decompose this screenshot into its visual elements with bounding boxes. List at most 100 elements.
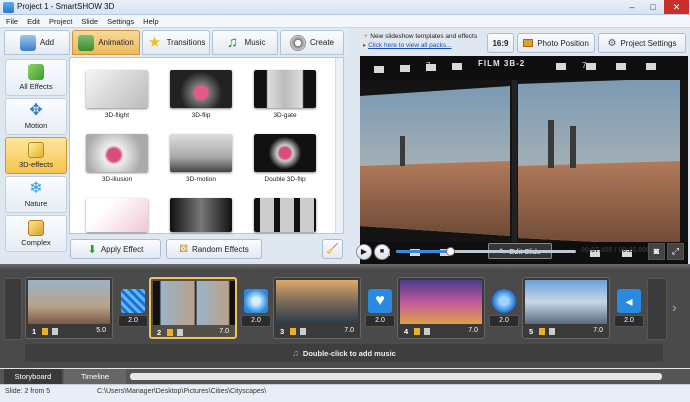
- slide-thumb-selected[interactable]: 2 7.0: [149, 277, 237, 339]
- menu-file[interactable]: File: [6, 17, 18, 26]
- tab-create[interactable]: Create: [280, 30, 344, 55]
- transition-thumb[interactable]: 2.0: [238, 289, 274, 339]
- effect-3d-flight[interactable]: 3D-flight: [82, 70, 152, 120]
- play-button[interactable]: ▶: [356, 244, 372, 260]
- move-arrows-icon: ✥: [29, 102, 43, 119]
- seek-handle[interactable]: [446, 247, 455, 256]
- view-packs-link[interactable]: Click here to view all packs...: [368, 42, 451, 49]
- project-settings-label: Project Settings: [620, 38, 677, 48]
- photo-position-label: Photo Position: [537, 38, 589, 48]
- storyboard-scrollbar[interactable]: [130, 373, 662, 380]
- cube-icon: [28, 142, 44, 158]
- storyboard-ruler: [0, 264, 690, 270]
- category-label: Motion: [24, 121, 48, 130]
- category-3d-effects[interactable]: 3D-effects: [5, 137, 67, 174]
- seek-track[interactable]: [396, 247, 576, 256]
- slide-thumb[interactable]: 5 7.0: [522, 277, 610, 339]
- playback-bar: ▶ ■ 00:07.455 / 00:25.000 ◙ ⤢: [352, 241, 690, 263]
- photo-position-button[interactable]: Photo Position: [517, 33, 595, 53]
- pencil-icon: [167, 329, 173, 336]
- menu-slide[interactable]: Slide: [81, 17, 98, 26]
- preview-image: [360, 56, 688, 266]
- pencil-icon: [414, 328, 420, 335]
- chevron-right-icon[interactable]: ›: [672, 299, 677, 315]
- transition-thumb[interactable]: 2.0: [115, 289, 151, 339]
- effect-double-3d-flip[interactable]: Double 3D-flip: [250, 134, 320, 184]
- tab-timeline[interactable]: Timeline: [64, 369, 126, 384]
- menu-settings[interactable]: Settings: [107, 17, 134, 26]
- close-button[interactable]: ✕: [664, 0, 689, 14]
- tab-transitions[interactable]: ★ Transitions: [142, 30, 210, 55]
- stop-button[interactable]: ■: [374, 244, 390, 260]
- maximize-button[interactable]: □: [643, 0, 663, 14]
- clear-effect-button[interactable]: 🧹: [322, 239, 343, 259]
- playback-time: 00:07.455 / 00:25.000: [581, 247, 650, 254]
- speaker-icon: [177, 329, 183, 336]
- arrow-icon: ◂: [617, 289, 641, 313]
- tab-add[interactable]: Add: [4, 30, 70, 55]
- transition-thumb[interactable]: 2.0: [486, 289, 522, 339]
- effect-categories: All Effects ✥ Motion 3D-effects ❄ Nature…: [5, 56, 67, 261]
- tab-music[interactable]: ♫ Music: [212, 30, 278, 55]
- apply-effect-label: Apply Effect: [100, 244, 144, 254]
- frame-number: 7: [426, 61, 431, 70]
- random-effects-button[interactable]: ⚄ Random Effects: [166, 239, 262, 259]
- category-label: Complex: [21, 238, 51, 247]
- snapshot-button[interactable]: ◙: [648, 243, 665, 260]
- music-track[interactable]: ♫ Double-click to add music: [25, 344, 663, 362]
- menu-edit[interactable]: Edit: [27, 17, 40, 26]
- effect-3d-gate[interactable]: 3D-gate: [250, 70, 320, 120]
- window-title: Project 1 - SmartSHOW 3D: [17, 2, 115, 11]
- menu-project[interactable]: Project: [49, 17, 72, 26]
- effects-grid: 3D-flight 3D-flip 3D-gate 3D-illusion 3D…: [69, 57, 344, 234]
- slide-thumb[interactable]: 1 5.0: [25, 277, 113, 339]
- effects-scrollbar[interactable]: [335, 58, 343, 233]
- slide-thumb[interactable]: 4 7.0: [397, 277, 485, 339]
- fullscreen-button[interactable]: ⤢: [667, 243, 684, 260]
- apply-effect-button[interactable]: ⬇ Apply Effect: [70, 239, 161, 259]
- effect-label: 3D-flight: [104, 112, 130, 119]
- main-tabs: Add Animation ★ Transitions ♫ Music Crea…: [0, 29, 348, 55]
- slide-duration: 7.0: [593, 327, 603, 334]
- transition-duration: 2.0: [118, 315, 148, 327]
- slide-number: 5: [529, 327, 534, 336]
- effect-3d-flip[interactable]: 3D-flip: [166, 70, 236, 120]
- effect-3d-motion[interactable]: 3D-motion: [166, 134, 236, 184]
- arrow-icon: ▸: [363, 42, 367, 49]
- category-nature[interactable]: ❄ Nature: [5, 176, 67, 213]
- category-motion[interactable]: ✥ Motion: [5, 98, 67, 135]
- promo-text: New slideshow templates and effects: [370, 33, 478, 40]
- effect-label: 3D-flip: [191, 112, 211, 119]
- tab-animation[interactable]: Animation: [72, 30, 140, 55]
- status-bar: Slide: 2 from 5 C:\Users\Manager\Desktop…: [0, 384, 690, 402]
- photo-icon: [523, 39, 534, 47]
- category-all-effects[interactable]: All Effects: [5, 59, 67, 96]
- aspect-ratio-button[interactable]: 16:9: [487, 33, 514, 53]
- effect-thumbnail: [170, 134, 232, 172]
- promo-notice: ✦ New slideshow templates and effects ▸ …: [363, 32, 477, 50]
- transition-duration: 2.0: [614, 315, 644, 327]
- arrow-down-icon: ⬇: [87, 243, 97, 256]
- menu-help[interactable]: Help: [143, 17, 158, 26]
- preview-screen[interactable]: FILM 3B-2 7 7 ✎ Edit Slide: [360, 56, 688, 266]
- transition-thumb[interactable]: ♥ 2.0: [362, 289, 398, 339]
- slide-duration: 7.0: [219, 328, 229, 335]
- title-bar: Project 1 - SmartSHOW 3D – □ ✕: [0, 0, 690, 15]
- seek-fill: [396, 250, 450, 253]
- photos-icon: [28, 220, 44, 236]
- slide-image: [276, 280, 358, 324]
- animation-icon: [78, 34, 95, 51]
- minimize-button[interactable]: –: [622, 0, 642, 14]
- camera-icon: ◙: [653, 246, 660, 256]
- speaker-icon: [424, 328, 430, 335]
- category-complex[interactable]: Complex: [5, 215, 67, 252]
- slide-image: [28, 280, 110, 324]
- effect-3d-illusion[interactable]: 3D-illusion: [82, 134, 152, 184]
- project-settings-button[interactable]: ⚙ Project Settings: [598, 33, 686, 53]
- category-label: Nature: [24, 199, 48, 208]
- slide-thumb[interactable]: 3 7.0: [273, 277, 361, 339]
- tab-storyboard[interactable]: Storyboard: [4, 369, 62, 384]
- storyboard-edge-left: [4, 278, 22, 340]
- transition-duration: 2.0: [489, 315, 519, 327]
- transition-thumb[interactable]: ◂ 2.0: [611, 289, 647, 339]
